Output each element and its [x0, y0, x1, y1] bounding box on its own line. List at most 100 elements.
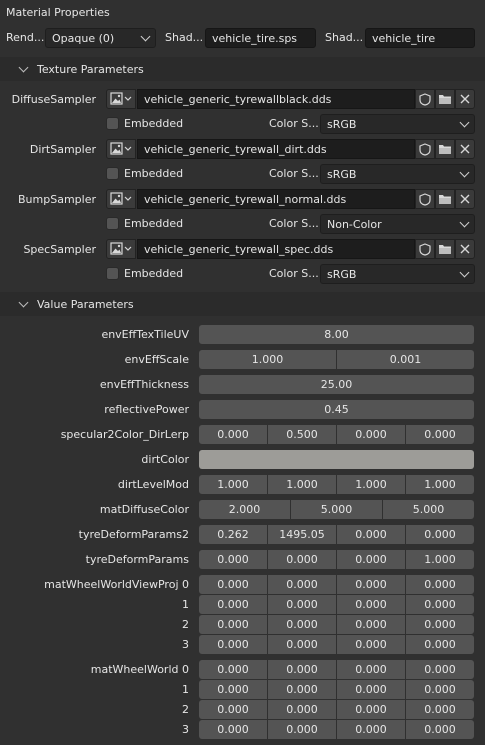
- matWheelWorldViewProj-cell[interactable]: 0.000: [337, 635, 405, 654]
- matWheelWorldViewProj-cell[interactable]: 0.000: [337, 595, 405, 614]
- matWheelWorld-cell[interactable]: 0.000: [268, 700, 336, 719]
- embedded-label: Embedded: [124, 117, 184, 130]
- tyreDeformParams-label: tyreDeformParams: [85, 553, 189, 566]
- matWheelWorld-cell[interactable]: 0.000: [337, 680, 405, 699]
- matWheelWorldViewProj-cell[interactable]: 0.000: [337, 575, 405, 594]
- colorspace-label: Color S...: [269, 267, 319, 280]
- dirtLevelMod-field-3[interactable]: 1.000: [406, 475, 474, 494]
- texture-parameters-header[interactable]: Texture Parameters: [0, 57, 485, 81]
- specsampler-colorspace-dropdown[interactable]: sRGB: [320, 264, 475, 284]
- unlink-button[interactable]: [455, 189, 475, 209]
- envEffThickness-field[interactable]: 25.00: [199, 375, 474, 394]
- matWheelWorld-cell[interactable]: 0.000: [268, 660, 336, 679]
- envEffTexTileUV-field[interactable]: 8.00: [199, 325, 474, 344]
- embedded-checkbox[interactable]: [106, 267, 119, 280]
- tyreDeformParams2-field-1[interactable]: 1495.05: [268, 525, 336, 544]
- matWheelWorld-cell[interactable]: 0.000: [406, 660, 474, 679]
- matWheelWorldViewProj-cell[interactable]: 0.000: [268, 635, 336, 654]
- matWheelWorld-cell[interactable]: 0.000: [268, 680, 336, 699]
- matWheelWorld-cell[interactable]: 0.000: [199, 720, 267, 739]
- matDiffuseColor-field-1[interactable]: 5.000: [291, 500, 382, 519]
- image-icon: [110, 142, 132, 155]
- value-parameters-header[interactable]: Value Parameters: [0, 292, 485, 316]
- open-file-button[interactable]: [435, 89, 455, 109]
- tyreDeformParams2-field-0[interactable]: 0.262: [199, 525, 267, 544]
- unlink-button[interactable]: [455, 89, 475, 109]
- shader-file-field[interactable]: vehicle_tire.sps: [205, 28, 316, 48]
- matWheelWorld-cell[interactable]: 0.000: [337, 700, 405, 719]
- unlink-button[interactable]: [455, 239, 475, 259]
- fake-user-button[interactable]: [415, 89, 435, 109]
- matWheelWorldViewProj-cell[interactable]: 0.000: [199, 575, 267, 594]
- embedded-checkbox[interactable]: [106, 117, 119, 130]
- dirtLevelMod-field-1[interactable]: 1.000: [268, 475, 336, 494]
- image-browse-button[interactable]: [106, 89, 136, 109]
- matWheelWorld-cell[interactable]: 0.000: [268, 720, 336, 739]
- tyreDeformParams-field-2[interactable]: 0.000: [337, 550, 405, 569]
- matWheelWorldViewProj-cell[interactable]: 0.000: [199, 615, 267, 634]
- render-mode-dropdown[interactable]: Opaque (0): [45, 28, 156, 48]
- matWheelWorld-cell[interactable]: 0.000: [406, 700, 474, 719]
- tyreDeformParams2-field-3[interactable]: 0.000: [406, 525, 474, 544]
- specular2Color-field-0[interactable]: 0.000: [199, 425, 267, 444]
- dirtColor-swatch[interactable]: [199, 450, 474, 469]
- tyreDeformParams-field-3[interactable]: 1.000: [406, 550, 474, 569]
- bumpsampler-colorspace-dropdown[interactable]: Non-Color: [320, 214, 475, 234]
- specular2Color-field-3[interactable]: 0.000: [406, 425, 474, 444]
- specular2Color-field-2[interactable]: 0.000: [337, 425, 405, 444]
- matWheelWorldViewProj-cell[interactable]: 0.000: [268, 575, 336, 594]
- dirtsampler-colorspace-dropdown[interactable]: sRGB: [320, 164, 475, 184]
- matDiffuseColor-field-0[interactable]: 2.000: [199, 500, 290, 519]
- matDiffuseColor-fields: 2.000 5.000 5.000: [199, 500, 474, 519]
- matWheelWorld-cell[interactable]: 0.000: [337, 720, 405, 739]
- image-browse-button[interactable]: [106, 239, 136, 259]
- matWheelWorld-cell[interactable]: 0.000: [406, 680, 474, 699]
- value-parameters-title: Value Parameters: [37, 297, 134, 311]
- matWheelWorld-cell[interactable]: 0.000: [199, 660, 267, 679]
- dirtsampler-file-field[interactable]: vehicle_generic_tyrewall_dirt.dds: [137, 139, 415, 159]
- envEffScale-y-field[interactable]: 0.001: [337, 350, 474, 369]
- diffusesampler-colorspace-dropdown[interactable]: sRGB: [320, 114, 475, 134]
- open-file-button[interactable]: [435, 139, 455, 159]
- fake-user-button[interactable]: [415, 239, 435, 259]
- tyreDeformParams2-field-2[interactable]: 0.000: [337, 525, 405, 544]
- matWheelWorld-row-index: 2: [182, 703, 189, 716]
- matWheelWorldViewProj-cell[interactable]: 0.000: [199, 595, 267, 614]
- tyreDeformParams2-label: tyreDeformParams2: [78, 528, 189, 541]
- matWheelWorld-cell[interactable]: 0.000: [199, 700, 267, 719]
- matWheelWorld-cell[interactable]: 0.000: [337, 660, 405, 679]
- matWheelWorldViewProj-cell[interactable]: 0.000: [337, 615, 405, 634]
- matWheelWorld-cell[interactable]: 0.000: [406, 720, 474, 739]
- envEffScale-x-field[interactable]: 1.000: [199, 350, 336, 369]
- matWheelWorldViewProj-cell[interactable]: 0.000: [199, 635, 267, 654]
- matWheelWorld-cell[interactable]: 0.000: [199, 680, 267, 699]
- matWheelWorldViewProj-cell[interactable]: 0.000: [268, 595, 336, 614]
- fake-user-button[interactable]: [415, 139, 435, 159]
- diffusesampler-file-field[interactable]: vehicle_generic_tyrewallblack.dds: [137, 89, 415, 109]
- dirtLevelMod-field-0[interactable]: 1.000: [199, 475, 267, 494]
- fake-user-button[interactable]: [415, 189, 435, 209]
- tyreDeformParams-field-0[interactable]: 0.000: [199, 550, 267, 569]
- matWheelWorld-row: 0.000 0.000 0.000 0.000: [199, 680, 474, 699]
- colorspace-value: sRGB: [327, 267, 357, 281]
- image-browse-button[interactable]: [106, 189, 136, 209]
- embedded-checkbox[interactable]: [106, 167, 119, 180]
- unlink-button[interactable]: [455, 139, 475, 159]
- image-browse-button[interactable]: [106, 139, 136, 159]
- matWheelWorldViewProj-cell[interactable]: 0.000: [406, 615, 474, 634]
- open-file-button[interactable]: [435, 239, 455, 259]
- dirtLevelMod-field-2[interactable]: 1.000: [337, 475, 405, 494]
- matWheelWorldViewProj-cell[interactable]: 0.000: [406, 635, 474, 654]
- reflectivePower-field[interactable]: 0.45: [199, 400, 474, 419]
- open-file-button[interactable]: [435, 189, 455, 209]
- tyreDeformParams-field-1[interactable]: 0.000: [268, 550, 336, 569]
- specsampler-file-field[interactable]: vehicle_generic_tyrewall_spec.dds: [137, 239, 415, 259]
- matWheelWorldViewProj-cell[interactable]: 0.000: [406, 575, 474, 594]
- embedded-checkbox[interactable]: [106, 217, 119, 230]
- bumpsampler-file-field[interactable]: vehicle_generic_tyrewall_normal.dds: [137, 189, 415, 209]
- matWheelWorldViewProj-cell[interactable]: 0.000: [406, 595, 474, 614]
- matDiffuseColor-field-2[interactable]: 5.000: [383, 500, 474, 519]
- matWheelWorldViewProj-cell[interactable]: 0.000: [268, 615, 336, 634]
- shader-name-field[interactable]: vehicle_tire: [365, 28, 475, 48]
- specular2Color-field-1[interactable]: 0.500: [268, 425, 336, 444]
